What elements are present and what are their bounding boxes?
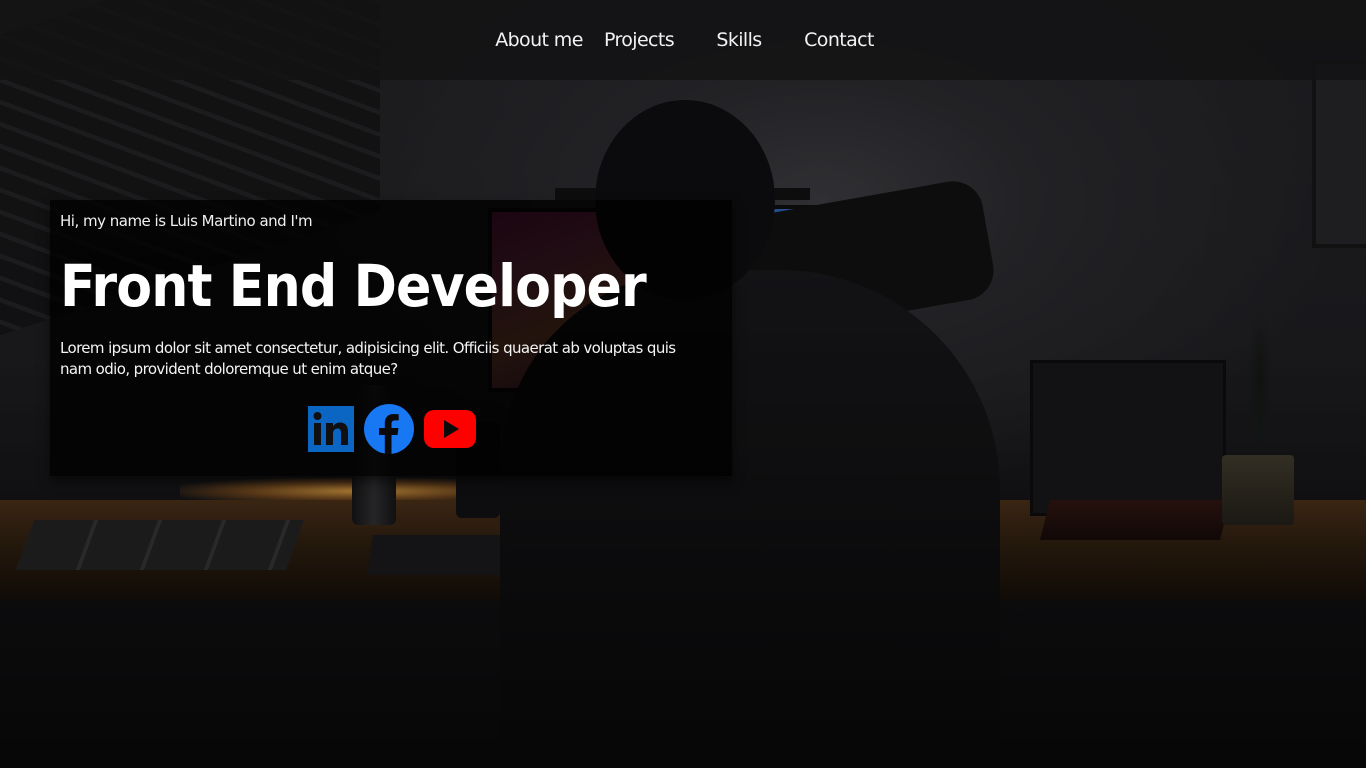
page: About me Projects Skills Contact Hi, my …	[0, 0, 1366, 768]
navbar: About me Projects Skills Contact	[0, 0, 1366, 80]
nav-link-projects[interactable]: Projects	[589, 29, 689, 51]
nav-links: About me Projects Skills Contact	[489, 29, 889, 51]
linkedin-icon	[308, 406, 354, 452]
social-links	[308, 404, 486, 458]
youtube-icon	[424, 410, 476, 448]
hero-title: Front End Developer	[60, 252, 647, 320]
nav-link-skills[interactable]: Skills	[689, 29, 789, 51]
hero-description: Lorem ipsum dolor sit amet consectetur, …	[60, 339, 676, 378]
linkedin-link[interactable]	[308, 406, 354, 456]
facebook-link[interactable]	[364, 404, 414, 458]
hero-card: Hi, my name is Luis Martino and I'm Fron…	[50, 200, 732, 476]
nav-link-about-me[interactable]: About me	[489, 29, 589, 51]
facebook-icon	[364, 404, 414, 454]
nav-link-contact[interactable]: Contact	[789, 29, 889, 51]
hero-greeting: Hi, my name is Luis Martino and I'm	[60, 212, 313, 230]
youtube-link[interactable]	[424, 410, 476, 452]
